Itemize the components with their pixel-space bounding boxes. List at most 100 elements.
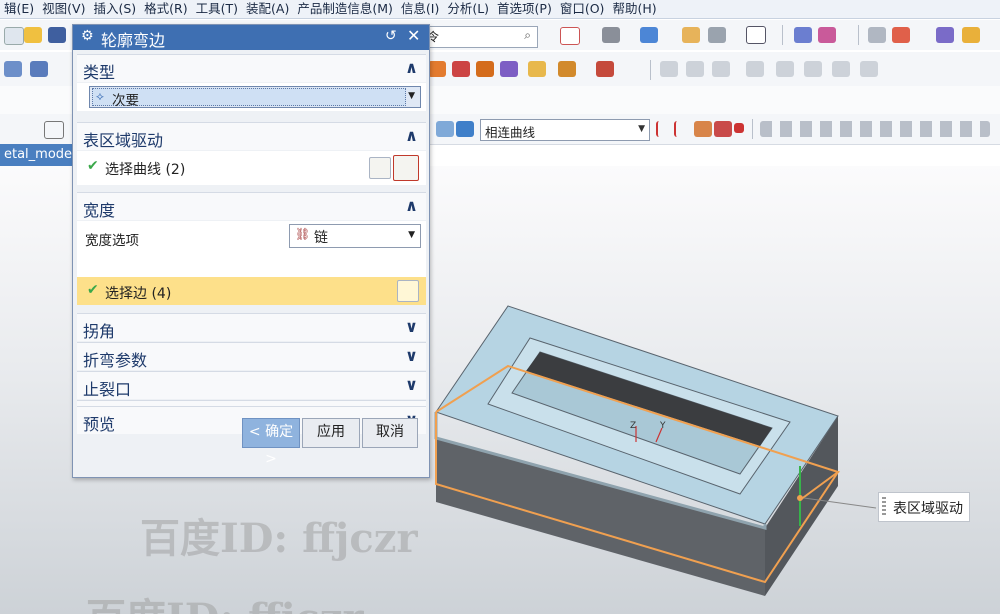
menu-item[interactable]: 装配(A): [242, 0, 293, 17]
stop-at-intersection-icon[interactable]: [674, 121, 694, 137]
louver-icon[interactable]: [558, 61, 576, 77]
separator: [858, 25, 859, 45]
menu-item[interactable]: 格式(R): [140, 0, 191, 17]
render-style-icon[interactable]: [602, 27, 620, 43]
menu-item[interactable]: 视图(V): [38, 0, 89, 17]
type-section-header[interactable]: 类型 ∧: [77, 54, 426, 82]
sketch-icon[interactable]: [892, 27, 910, 43]
check-icon: ✔: [87, 282, 99, 298]
surface-section-header[interactable]: 表区域驱动 ∧: [77, 122, 426, 150]
edge-select-icon[interactable]: [397, 280, 419, 302]
curve-rule-icon[interactable]: [656, 121, 676, 137]
drag-grip-icon[interactable]: [882, 497, 886, 516]
chevron-down-icon[interactable]: ∨: [405, 346, 418, 365]
snap-point-icons[interactable]: [760, 121, 990, 137]
view-orient-icon[interactable]: [640, 27, 658, 43]
gear-icon[interactable]: ⚙: [81, 28, 94, 44]
curve-rule-value: 相连曲线: [485, 125, 536, 140]
select-edge-row[interactable]: ✔ 选择边 (4): [77, 277, 426, 305]
flat-pattern-icon[interactable]: [528, 61, 546, 77]
part-navigator-icon[interactable]: [868, 27, 886, 43]
width-option-label: 宽度选项: [85, 233, 139, 249]
command-search-input[interactable]: 令 ⌕: [424, 26, 538, 48]
menu-item[interactable]: 插入(S): [89, 0, 140, 17]
background-icon[interactable]: [746, 26, 766, 44]
open-folder-icon[interactable]: [24, 27, 42, 43]
watermark: 百度ID: ffjczr: [86, 586, 364, 614]
analysis-icon[interactable]: [962, 27, 980, 43]
reset-icon[interactable]: ↺: [385, 28, 397, 44]
unbend-icon[interactable]: [452, 61, 470, 77]
width-section-header[interactable]: 宽度 ∧: [77, 192, 426, 220]
sheet-metal-icon[interactable]: [4, 61, 22, 77]
menu-item[interactable]: 信息(I): [397, 0, 443, 17]
type-dropdown-value: 次要: [112, 93, 139, 109]
snap-icon[interactable]: [818, 27, 836, 43]
fit-view-icon[interactable]: [560, 27, 580, 45]
sketch-section-icon[interactable]: [369, 157, 391, 179]
feature-curve-icon[interactable]: [714, 121, 732, 137]
select-curve-label[interactable]: 选择曲线 (2): [105, 159, 185, 179]
bead-icon[interactable]: [596, 61, 614, 77]
width-option-value: 链: [314, 230, 328, 246]
contour-icon: [804, 61, 822, 77]
save-icon[interactable]: [48, 27, 66, 43]
check-icon: ✔: [87, 158, 99, 174]
ok-button[interactable]: < 确定 >: [242, 418, 300, 467]
chevron-up-icon[interactable]: ∧: [405, 126, 418, 145]
rebend-icon[interactable]: [476, 61, 494, 77]
relief-section-header[interactable]: 止裂口 ∨: [77, 371, 426, 399]
section-view-icon[interactable]: [682, 27, 700, 43]
width-section-body: 宽度选项 ⛓ 链 ▼: [77, 221, 426, 277]
select-edge-label: 选择边 (4): [105, 286, 172, 302]
chevron-up-icon[interactable]: ∧: [405, 196, 418, 215]
arrow-icon[interactable]: [734, 123, 744, 133]
tab-icon: [776, 61, 794, 77]
menu-item[interactable]: 工具(T): [192, 0, 242, 17]
hole-icon: [746, 61, 764, 77]
collapsed-section-label: 折弯参数: [83, 351, 148, 370]
bend-params-section-header[interactable]: 折弯参数 ∨: [77, 342, 426, 370]
bend-icon[interactable]: [428, 61, 446, 77]
chevron-up-icon[interactable]: ∧: [405, 58, 418, 77]
menu-item[interactable]: 产品制造信息(M): [293, 0, 397, 17]
convert-icon: [860, 61, 878, 77]
type-section-label: 类型: [83, 63, 116, 82]
menu-item[interactable]: 窗口(O): [556, 0, 609, 17]
close-icon[interactable]: ✕: [407, 26, 420, 45]
search-icon[interactable]: ⌕: [524, 28, 531, 43]
menu-item[interactable]: 首选项(P): [493, 0, 556, 17]
corner-section-header[interactable]: 拐角 ∨: [77, 313, 426, 341]
menu-item[interactable]: 分析(L): [443, 0, 493, 17]
selection-filter-icon[interactable]: [794, 27, 812, 43]
menu-item[interactable]: 辑(E): [0, 0, 38, 17]
surface-section-label: 表区域驱动: [83, 131, 164, 150]
type-dropdown-value-box: ⟡ 次要: [92, 88, 406, 109]
new-file-icon[interactable]: [4, 27, 24, 45]
apply-button[interactable]: 应用: [302, 418, 360, 448]
dialog-title-bar[interactable]: ⚙ 轮廓弯边 ↺ ✕: [73, 25, 429, 50]
flange-icon[interactable]: [30, 61, 48, 77]
separator: [650, 60, 651, 80]
select-face-icon[interactable]: [436, 121, 454, 137]
follow-fillet-icon[interactable]: [694, 121, 712, 137]
chevron-down-icon[interactable]: ∨: [405, 375, 418, 394]
collapsed-section-label: 预览: [83, 415, 116, 434]
menu-bar: 辑(E) 视图(V) 插入(S) 格式(R) 工具(T) 装配(A) 产品制造信息(M) 信息…: [0, 0, 1000, 19]
chevron-down-icon[interactable]: ∨: [405, 317, 418, 336]
cursor-icon[interactable]: [44, 121, 64, 139]
corner-icon[interactable]: [500, 61, 518, 77]
curve-rule-dropdown[interactable]: 相连曲线 ▼: [480, 119, 650, 141]
collapsed-section-label: 拐角: [83, 322, 116, 341]
layer-icon[interactable]: [708, 27, 726, 43]
part-tab[interactable]: etal_mode: [0, 144, 80, 166]
curve-select-icon[interactable]: [393, 155, 419, 181]
select-body-icon[interactable]: [456, 121, 474, 137]
measure-icon[interactable]: [936, 27, 954, 43]
type-dropdown[interactable]: ⟡ 次要 ▼: [89, 86, 421, 109]
dialog-title: 轮廓弯边: [101, 31, 166, 50]
surface-section-body: ✔ 选择曲线 (2): [77, 151, 426, 185]
width-option-dropdown[interactable]: ⛓ 链 ▼: [289, 224, 421, 248]
menu-item[interactable]: 帮助(H): [608, 0, 660, 17]
cancel-button[interactable]: 取消: [362, 418, 418, 448]
